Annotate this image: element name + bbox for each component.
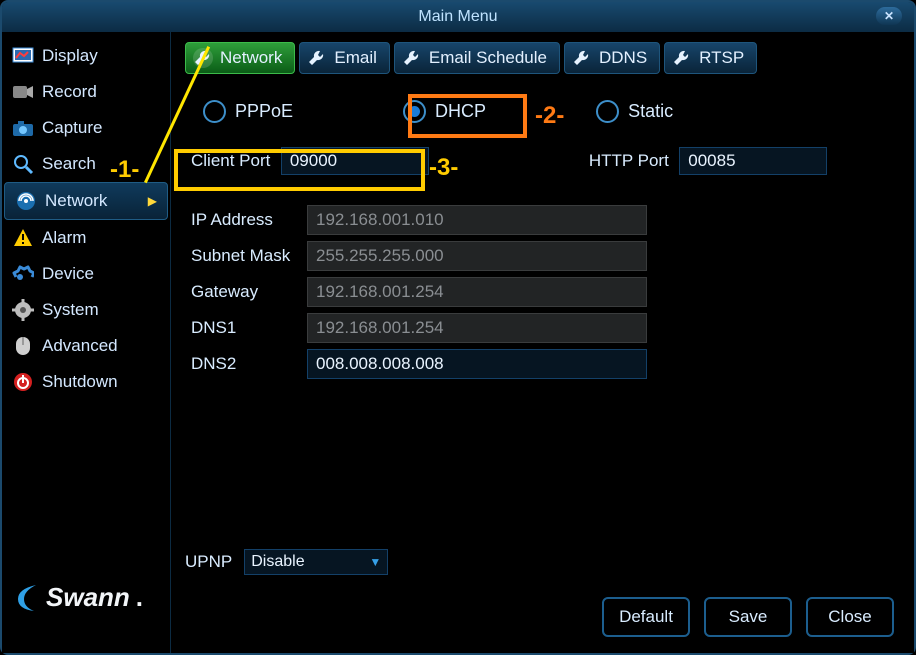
- brand-text: Swann: [46, 582, 130, 613]
- sidebar-item-label: Display: [42, 46, 98, 66]
- radio-dhcp[interactable]: DHCP: [403, 100, 486, 123]
- button-row: Default Save Close: [602, 597, 894, 637]
- alarm-icon: [12, 227, 34, 249]
- radio-icon: [596, 100, 619, 123]
- tab-rtsp[interactable]: RTSP: [664, 42, 757, 74]
- subnet-mask-input: [307, 241, 647, 271]
- sidebar-item-label: Search: [42, 154, 96, 174]
- radio-icon: [403, 100, 426, 123]
- sidebar-item-label: Record: [42, 82, 97, 102]
- search-icon: [12, 153, 34, 175]
- tab-email-schedule[interactable]: Email Schedule: [394, 42, 560, 74]
- sidebar-item-record[interactable]: Record: [2, 74, 170, 110]
- default-button[interactable]: Default: [602, 597, 690, 637]
- sidebar-item-device[interactable]: Device: [2, 256, 170, 292]
- annotation-2: -2-: [535, 102, 564, 130]
- http-port-input[interactable]: [679, 147, 827, 175]
- gateway-label: Gateway: [191, 282, 307, 302]
- client-port-input[interactable]: [281, 147, 429, 175]
- tab-label: Network: [220, 48, 282, 68]
- http-port-label: HTTP Port: [589, 151, 669, 170]
- window-title: Main Menu: [418, 8, 497, 26]
- device-icon: [12, 263, 34, 285]
- annotation-3: -3-: [429, 154, 458, 182]
- radio-icon: [203, 100, 226, 123]
- radio-static[interactable]: Static: [596, 100, 673, 123]
- record-icon: [12, 81, 34, 103]
- sidebar-item-system[interactable]: System: [2, 292, 170, 328]
- gateway-input: [307, 277, 647, 307]
- tab-label: Email: [334, 48, 377, 68]
- subnet-mask-label: Subnet Mask: [191, 246, 307, 266]
- chevron-right-icon: ▶: [148, 194, 157, 208]
- upnp-value: Disable: [251, 553, 304, 571]
- sidebar-item-alarm[interactable]: Alarm: [2, 220, 170, 256]
- upnp-select[interactable]: Disable ▼: [244, 549, 388, 575]
- sidebar-item-label: Shutdown: [42, 372, 118, 392]
- sidebar-item-label: Network: [45, 191, 107, 211]
- sidebar-item-capture[interactable]: Capture: [2, 110, 170, 146]
- sidebar-item-search[interactable]: Search: [2, 146, 170, 182]
- swann-icon: [14, 583, 40, 613]
- dns1-input: [307, 313, 647, 343]
- ports-row: Client Port HTTP Port: [191, 147, 900, 175]
- tab-ddns[interactable]: DDNS: [564, 42, 660, 74]
- titlebar: Main Menu ✕: [2, 2, 914, 32]
- sidebar-item-label: Advanced: [42, 336, 118, 356]
- upnp-label: UPNP: [185, 552, 232, 572]
- sidebar-item-label: Alarm: [42, 228, 86, 248]
- dns1-label: DNS1: [191, 318, 307, 338]
- mouse-icon: [12, 335, 34, 357]
- radio-label: DHCP: [435, 101, 486, 122]
- close-button[interactable]: Close: [806, 597, 894, 637]
- main-window: Main Menu ✕ Display Record Capture Searc…: [0, 0, 916, 655]
- wrench-icon: [192, 47, 214, 69]
- client-port-field: Client Port: [191, 147, 429, 175]
- ip-address-label: IP Address: [191, 210, 307, 230]
- save-button[interactable]: Save: [704, 597, 792, 637]
- sidebar-item-advanced[interactable]: Advanced: [2, 328, 170, 364]
- sidebar-item-label: Device: [42, 264, 94, 284]
- upnp-row: UPNP Disable ▼: [185, 549, 388, 575]
- ip-fields: IP Address Subnet Mask Gateway DNS1 DNS2: [191, 205, 900, 379]
- tab-label: Email Schedule: [429, 48, 547, 68]
- dns2-input[interactable]: [307, 349, 647, 379]
- wrench-icon: [571, 47, 593, 69]
- dns2-label: DNS2: [191, 354, 307, 374]
- tab-email[interactable]: Email: [299, 42, 390, 74]
- close-icon[interactable]: ✕: [876, 7, 902, 25]
- radio-label: PPPoE: [235, 101, 293, 122]
- sidebar-item-display[interactable]: Display: [2, 38, 170, 74]
- brand-logo: Swann.: [14, 582, 143, 613]
- http-port-field: HTTP Port: [589, 147, 827, 175]
- capture-icon: [12, 117, 34, 139]
- sidebar-item-label: Capture: [42, 118, 102, 138]
- tab-network[interactable]: Network: [185, 42, 295, 74]
- radio-pppoe[interactable]: PPPoE: [203, 100, 293, 123]
- wrench-icon: [671, 47, 693, 69]
- tab-label: DDNS: [599, 48, 647, 68]
- ip-address-input: [307, 205, 647, 235]
- radio-label: Static: [628, 101, 673, 122]
- client-port-label: Client Port: [191, 151, 270, 170]
- chevron-down-icon: ▼: [369, 555, 381, 569]
- gear-icon: [12, 299, 34, 321]
- tabs: Network Email Email Schedule DDNS RTSP: [185, 42, 900, 74]
- sidebar: Display Record Capture Search Network ▶: [2, 32, 171, 653]
- network-icon: [15, 190, 37, 212]
- wrench-icon: [306, 47, 328, 69]
- display-icon: [12, 45, 34, 67]
- tab-label: RTSP: [699, 48, 744, 68]
- sidebar-item-label: System: [42, 300, 99, 320]
- shutdown-icon: [12, 371, 34, 393]
- wrench-icon: [401, 47, 423, 69]
- sidebar-item-network[interactable]: Network ▶: [4, 182, 168, 220]
- annotation-1: -1-: [110, 156, 139, 184]
- sidebar-item-shutdown[interactable]: Shutdown: [2, 364, 170, 400]
